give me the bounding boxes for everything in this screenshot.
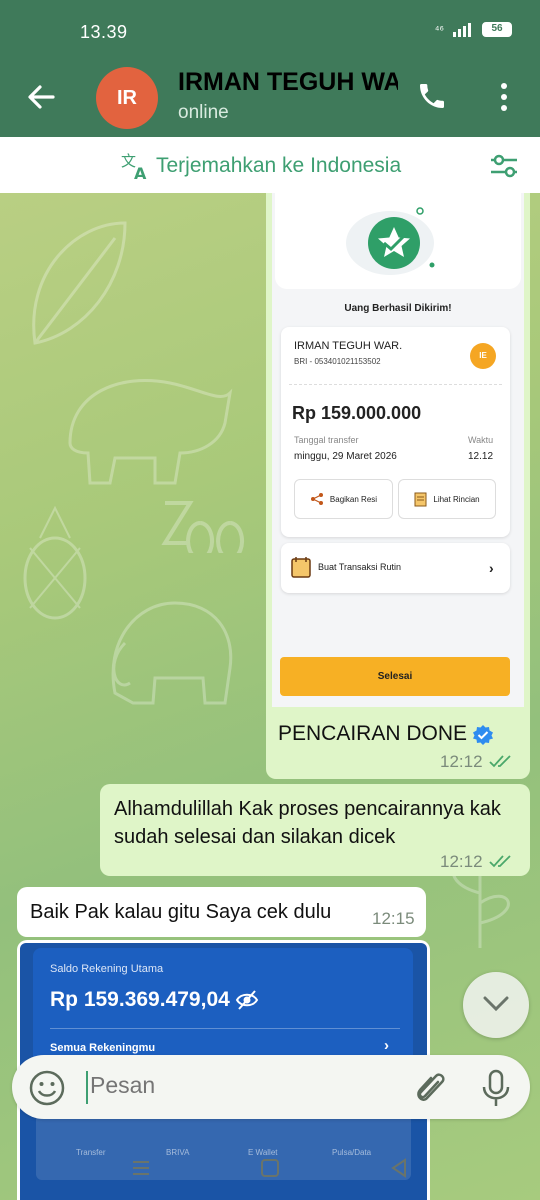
back-arrow-icon[interactable]: [24, 80, 58, 114]
success-star-icon: [346, 207, 435, 275]
svg-text:A: A: [134, 164, 147, 182]
message-time: 12:12: [440, 852, 483, 871]
transfer-amount: Rp 159.000.000: [292, 403, 422, 423]
status-time: 13.39: [80, 22, 128, 42]
share-receipt-button: Bagikan Resi: [294, 479, 393, 519]
recents-nav-icon[interactable]: [130, 1157, 152, 1179]
view-details-label: Lihat Rincian: [433, 494, 480, 504]
avatar[interactable]: IR: [96, 67, 158, 129]
scroll-down-button[interactable]: [463, 972, 529, 1038]
message-time: 12:15: [372, 909, 415, 928]
transfer-date-label: Tanggal transfer: [294, 435, 359, 445]
rhino-doodle: [68, 379, 233, 485]
more-vert-icon[interactable]: [492, 80, 516, 114]
zoo-text-doodle: [161, 501, 245, 553]
read-ticks-icon: [489, 855, 511, 868]
recipient-initials-badge: IE: [470, 343, 496, 369]
document-icon: [414, 492, 427, 506]
filter-settings-icon[interactable]: [488, 150, 520, 182]
view-details-button: Lihat Rincian: [398, 479, 496, 519]
translate-label[interactable]: Terjemahkan ke Indonesia: [156, 154, 401, 178]
emoji-icon[interactable]: [28, 1069, 66, 1107]
balance-label: Saldo Rekening Utama: [50, 963, 164, 975]
all-accounts-label: Semua Rekeningmu: [50, 1042, 156, 1054]
status-indicators: ⁴⁶ 56: [435, 22, 512, 37]
eye-off-icon: [235, 990, 259, 1010]
routine-transaction-label: Buat Transaksi Rutin: [318, 562, 402, 572]
pineapple-doodle: [23, 505, 87, 620]
home-nav-icon[interactable]: [259, 1157, 281, 1179]
contact-status: online: [178, 102, 229, 123]
translate-icon: 文 A: [121, 152, 147, 182]
phone-icon[interactable]: [416, 80, 448, 112]
message-time: 12:12: [440, 752, 483, 771]
text-cursor: [86, 1071, 88, 1104]
chevron-down-icon: [483, 996, 509, 1012]
elephant-doodle: [111, 601, 233, 705]
paperclip-icon[interactable]: [412, 1068, 448, 1108]
contact-name[interactable]: IRMAN TEGUH WAR.: [178, 68, 398, 97]
share-receipt-label: Bagikan Resi: [329, 494, 378, 504]
share-icon: [310, 493, 323, 505]
chevron-right-icon: ›: [489, 560, 494, 576]
transfer-date-value: minggu, 29 Maret 2026: [294, 451, 397, 462]
transfer-time-value: 12.12: [468, 451, 494, 462]
balance-amount: Rp 159.369.479,04: [50, 988, 230, 1011]
signal-icon: [453, 22, 471, 37]
outgoing-message-text: Alhamdulillah Kak proses pencairannya ka…: [114, 798, 501, 848]
read-ticks-icon: [489, 755, 511, 768]
message-input[interactable]: [90, 1072, 390, 1099]
balance-divider: [50, 1028, 400, 1029]
receipt-divider: [289, 384, 502, 385]
battery-icon: 56: [482, 22, 512, 37]
done-button: Selesai: [280, 657, 510, 696]
verified-badge-icon: [473, 725, 493, 745]
receipt-title: Uang Berhasil Dikirim!: [344, 303, 452, 314]
microphone-icon[interactable]: [480, 1068, 512, 1108]
transfer-time-label: Waktu: [468, 435, 494, 445]
incoming-message-text: Baik Pak kalau gitu Saya cek dulu: [30, 901, 332, 923]
calendar-icon: [291, 557, 311, 578]
image-caption: PENCAIRAN DONE: [278, 722, 468, 745]
signal-label: ⁴⁶: [434, 23, 444, 36]
leaf-doodle: [32, 221, 127, 345]
recipient-name: IRMAN TEGUH WAR.: [294, 340, 403, 352]
recipient-account: BRI - 053401021153502: [294, 357, 381, 366]
chevron-right-icon: ›: [384, 1037, 389, 1054]
back-nav-icon[interactable]: [388, 1157, 410, 1179]
